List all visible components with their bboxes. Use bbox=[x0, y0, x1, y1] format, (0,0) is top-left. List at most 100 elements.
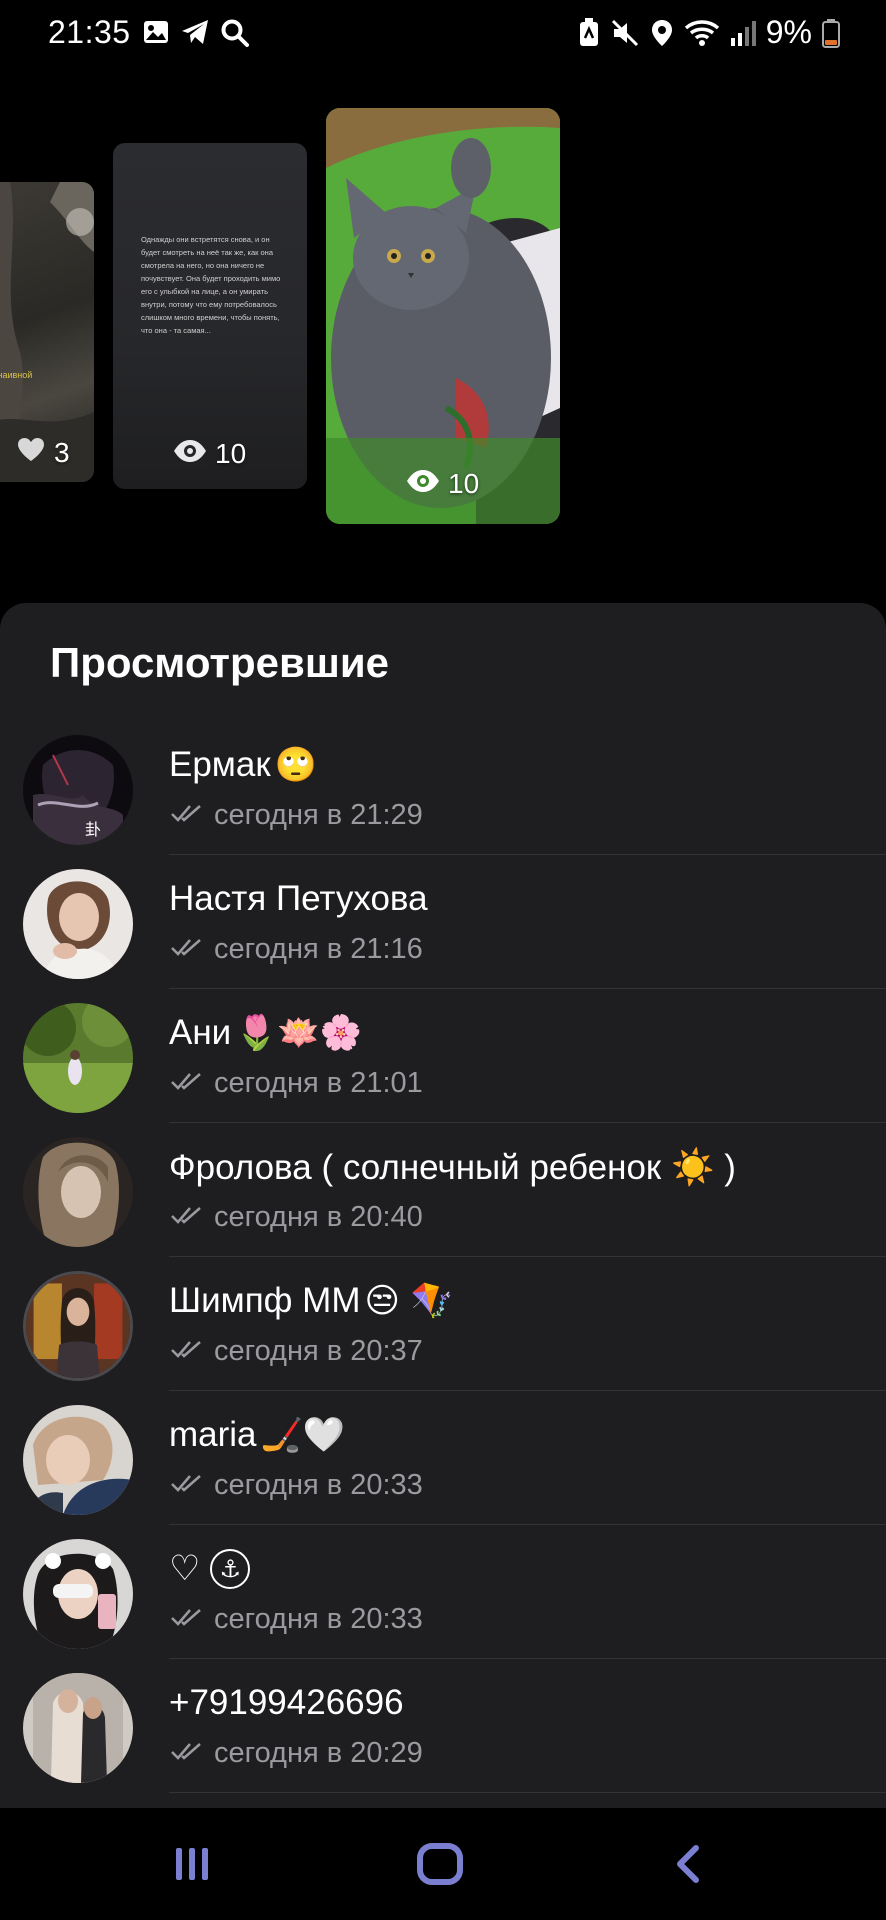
viewer-name-text: Ани bbox=[169, 1013, 232, 1052]
viewer-time: сегодня в 21:16 bbox=[170, 933, 423, 966]
avatar[interactable] bbox=[23, 1405, 133, 1515]
battery-percent: 9% bbox=[765, 14, 812, 50]
anchor-badge-icon: ⚓ bbox=[210, 1549, 251, 1589]
home-button[interactable] bbox=[416, 1842, 464, 1891]
story-like-count: 3 bbox=[54, 436, 70, 468]
viewer-name-text: ♡ bbox=[169, 1549, 201, 1588]
viewer-time: сегодня в 20:29 bbox=[170, 1737, 423, 1770]
viewer-time-text: сегодня в 20:29 bbox=[214, 1737, 423, 1769]
story-view-count: 10 bbox=[448, 468, 480, 499]
viewer-name-text: Ермак bbox=[169, 745, 271, 784]
avatar[interactable] bbox=[23, 1137, 133, 1247]
viewer-row[interactable]: +79199426696 сегодня в 20:29 bbox=[0, 1659, 886, 1793]
avatar[interactable]: 卦 bbox=[23, 735, 133, 845]
viewer-name: Ермак 🙄 bbox=[169, 745, 317, 785]
viewer-time-text: сегодня в 20:37 bbox=[214, 1335, 423, 1367]
viewer-name: ♡ ⚓ bbox=[169, 1549, 251, 1589]
viewer-name-text: Настя Петухова bbox=[169, 879, 428, 918]
viewer-name: +79199426696 bbox=[169, 1683, 408, 1723]
viewer-row[interactable]: Ани 🌷🪷🌸 сегодня в 21:01 bbox=[0, 989, 886, 1123]
story-thumbnail[interactable]: о наивной 3 bbox=[0, 182, 94, 482]
story-caption: о наивной bbox=[0, 370, 33, 380]
avatar[interactable] bbox=[23, 869, 133, 979]
battery-icon bbox=[822, 18, 840, 48]
viewer-time-text: сегодня в 21:29 bbox=[214, 799, 423, 831]
viewer-name: Настя Петухова bbox=[169, 879, 432, 919]
location-icon bbox=[650, 18, 674, 48]
double-check-icon bbox=[170, 1201, 204, 1234]
double-check-icon bbox=[170, 933, 204, 966]
cat-photo bbox=[326, 108, 560, 524]
story-thumbnail[interactable]: Однажды они встретятся снова, и он будет… bbox=[113, 143, 307, 489]
gallery-icon bbox=[142, 18, 170, 48]
system-icons: 9% bbox=[578, 14, 840, 51]
double-check-icon bbox=[170, 1469, 204, 1502]
viewer-time-text: сегодня в 20:33 bbox=[214, 1603, 423, 1635]
story-thumbnail-current[interactable]: 10 bbox=[326, 108, 560, 524]
viewer-time: сегодня в 21:29 bbox=[170, 799, 423, 832]
avatar[interactable] bbox=[23, 1539, 133, 1649]
eye-icon bbox=[173, 438, 207, 470]
story-text: Однажды они встретятся снова, и он будет… bbox=[141, 235, 281, 335]
story-view-count: 10 bbox=[215, 438, 247, 469]
viewer-row[interactable]: ♡ ⚓ сегодня в 20:33 bbox=[0, 1525, 886, 1659]
viewer-row[interactable]: maria 🏒🤍 сегодня в 20:33 bbox=[0, 1391, 886, 1525]
viewer-time-text: сегодня в 21:16 bbox=[214, 933, 423, 965]
recent-apps-button[interactable] bbox=[170, 1842, 214, 1891]
viewer-name-text: maria bbox=[169, 1415, 257, 1454]
viewers-sheet: Просмотревшие 卦 Ермак 🙄 сегодня в 21:29 … bbox=[0, 603, 886, 1808]
double-check-icon bbox=[170, 799, 204, 832]
navigation-bar bbox=[0, 1808, 886, 1920]
viewer-time: сегодня в 21:01 bbox=[170, 1067, 423, 1100]
viewer-name: Шимпф ММ 😒 🪁 bbox=[169, 1281, 453, 1321]
status-bar: 21:35 9% bbox=[0, 0, 886, 70]
viewer-row[interactable]: Шимпф ММ 😒 🪁 сегодня в 20:37 bbox=[0, 1257, 886, 1391]
telegram-icon bbox=[180, 18, 210, 48]
viewer-time-text: сегодня в 21:01 bbox=[214, 1067, 423, 1099]
heart-icon bbox=[16, 436, 46, 469]
viewer-time: сегодня в 20:33 bbox=[170, 1469, 423, 1502]
viewer-time-text: сегодня в 20:33 bbox=[214, 1469, 423, 1501]
story-likes: 3 bbox=[16, 436, 70, 469]
eye-icon bbox=[406, 468, 440, 500]
viewer-name-text: Фролова ( солнечный ребенок ☀️ ) bbox=[169, 1148, 736, 1187]
back-icon bbox=[670, 1845, 706, 1890]
notification-icons bbox=[142, 18, 250, 48]
search-icon bbox=[220, 18, 250, 48]
viewer-row[interactable]: Настя Петухова сегодня в 21:16 bbox=[0, 855, 886, 989]
viewer-time: сегодня в 20:37 bbox=[170, 1335, 423, 1368]
avatar[interactable] bbox=[23, 1673, 133, 1783]
story-views: 10 bbox=[406, 468, 479, 500]
wifi-icon bbox=[684, 18, 720, 48]
nfc-icon bbox=[578, 17, 600, 48]
avatar[interactable] bbox=[23, 1271, 133, 1381]
viewer-emoji: 🙄 bbox=[274, 745, 317, 785]
sheet-title: Просмотревшие bbox=[50, 639, 390, 686]
double-check-icon bbox=[170, 1603, 204, 1636]
viewer-name: Фролова ( солнечный ребенок ☀️ ) bbox=[169, 1147, 740, 1188]
viewer-name: maria 🏒🤍 bbox=[169, 1415, 345, 1455]
viewer-emoji: 🌷🪷🌸 bbox=[235, 1013, 363, 1053]
viewer-name-text: +79199426696 bbox=[169, 1683, 404, 1722]
screen: 21:35 9% наивной 3 Однажды они встретятс… bbox=[0, 0, 886, 1920]
story-views: 10 bbox=[173, 438, 246, 470]
svg-text:卦: 卦 bbox=[85, 820, 101, 839]
viewer-row[interactable]: Фролова ( солнечный ребенок ☀️ ) сегодня… bbox=[0, 1123, 886, 1257]
viewer-name: Ани 🌷🪷🌸 bbox=[169, 1013, 362, 1053]
viewer-emoji: 🏒🤍 bbox=[260, 1415, 346, 1455]
double-check-icon bbox=[170, 1335, 204, 1368]
viewer-time-text: сегодня в 20:40 bbox=[214, 1201, 423, 1233]
mute-icon bbox=[610, 18, 640, 48]
row-divider bbox=[169, 1792, 886, 1793]
viewer-row[interactable]: 卦 Ермак 🙄 сегодня в 21:29 bbox=[0, 721, 886, 855]
avatar[interactable] bbox=[23, 1003, 133, 1113]
home-icon bbox=[416, 1843, 464, 1890]
status-time: 21:35 bbox=[48, 14, 131, 50]
viewer-name-text: Шимпф ММ bbox=[169, 1281, 361, 1320]
viewer-time: сегодня в 20:40 bbox=[170, 1201, 423, 1234]
viewer-emoji: 😒 🪁 bbox=[364, 1281, 454, 1321]
viewer-time: сегодня в 20:33 bbox=[170, 1603, 423, 1636]
back-button[interactable] bbox=[670, 1842, 706, 1891]
recent-apps-icon bbox=[170, 1848, 214, 1890]
signal-icon bbox=[730, 18, 756, 48]
